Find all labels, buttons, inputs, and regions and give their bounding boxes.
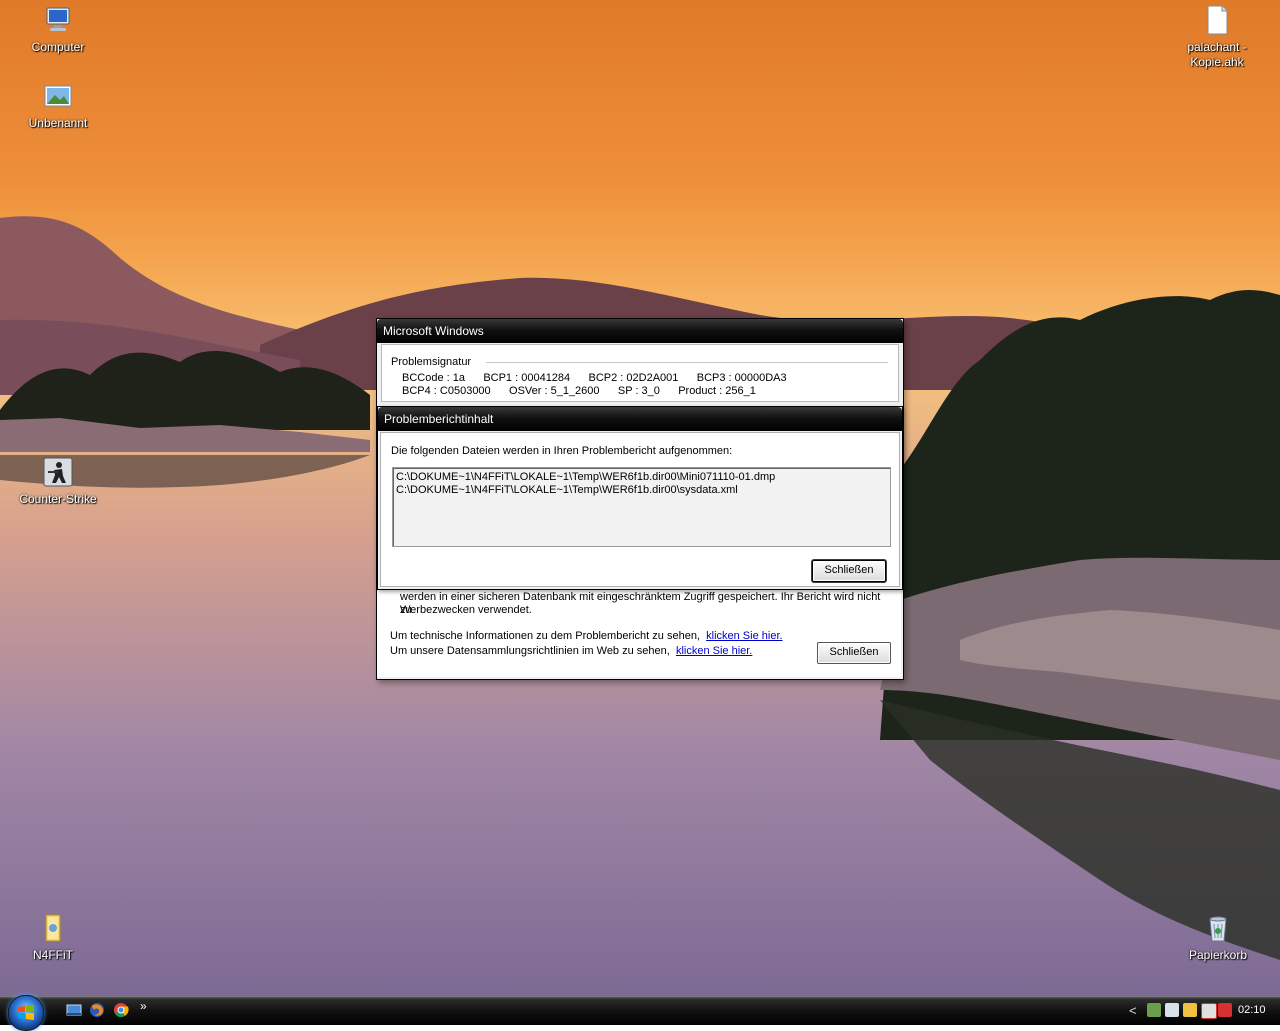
tech-info-line: Um technische Informationen zu dem Probl…: [390, 630, 885, 643]
dialog-titlebar[interactable]: Microsoft Windows: [377, 319, 903, 343]
desktop-icon-label: N4FFiT: [33, 948, 73, 962]
dialog-title: Problemberichtinhalt: [384, 412, 494, 426]
desktop-icon-n4ffit[interactable]: N4FFiT: [8, 912, 98, 963]
shield-icon[interactable]: [1147, 1003, 1161, 1017]
desktop-icon-palachant[interactable]: palachant - Kopie.ahk: [1172, 4, 1262, 70]
show-desktop-icon[interactable]: [66, 1002, 82, 1018]
file-list[interactable]: C:\DOKUME~1\N4FFiT\LOKALE~1\Temp\WER6f1b…: [392, 467, 891, 547]
recycle-bin-icon: [1209, 916, 1227, 942]
signature-row-1: BCCode : 1a BCP1 : 00041284 BCP2 : 02D2A…: [402, 372, 787, 384]
desktop-icon-label: Papierkorb: [1188, 948, 1248, 962]
counter-strike-icon: [43, 457, 73, 487]
problem-signature-panel: Problemsignatur BCCode : 1a BCP1 : 00041…: [381, 344, 899, 402]
image-file-icon: [44, 85, 72, 107]
file-list-item: C:\DOKUME~1\N4FFiT\LOKALE~1\Temp\WER6f1b…: [396, 471, 776, 483]
desktop-icon-unbenannt[interactable]: Unbenannt: [13, 80, 103, 131]
tech-info-link[interactable]: klicken Sie hier.: [706, 630, 782, 642]
people-icon[interactable]: [1183, 1003, 1197, 1017]
security-alert-icon[interactable]: [1201, 1003, 1217, 1019]
policy-link[interactable]: klicken Sie hier.: [676, 645, 752, 657]
tray-expand-button[interactable]: <: [1129, 1003, 1137, 1018]
start-button[interactable]: [8, 995, 44, 1031]
privacy-text-2: Werbezwecken verwendet.: [400, 604, 532, 616]
report-contents-dialog: Problemberichtinhalt Die folgenden Datei…: [377, 406, 903, 590]
policy-text: Um unsere Datensammlungsrichtlinien im W…: [390, 645, 670, 657]
separator: [486, 362, 888, 363]
file-list-item: C:\DOKUME~1\N4FFiT\LOKALE~1\Temp\WER6f1b…: [396, 484, 738, 496]
firefox-icon[interactable]: [89, 1002, 105, 1018]
dialog-titlebar[interactable]: Problemberichtinhalt: [378, 407, 902, 431]
problem-signature-label: Problemsignatur: [391, 356, 472, 368]
desktop-icon-computer[interactable]: Computer: [13, 4, 103, 55]
quick-launch-overflow-button[interactable]: »: [140, 999, 147, 1013]
desktop-icon-counter-strike[interactable]: Counter-Strike: [13, 456, 103, 507]
antivirus-icon[interactable]: [1218, 1003, 1232, 1017]
dialog-title: Microsoft Windows: [383, 324, 484, 338]
document-icon: [1207, 5, 1228, 35]
desktop-icon-label: Unbenannt: [28, 116, 88, 130]
chrome-icon[interactable]: [113, 1002, 129, 1018]
network-icon[interactable]: [1165, 1003, 1179, 1017]
close-button[interactable]: Schließen: [817, 642, 891, 664]
desktop-icon-label: Computer: [31, 40, 85, 54]
policy-line: Um unsere Datensammlungsrichtlinien im W…: [390, 645, 885, 658]
desktop-icon-papierkorb[interactable]: Papierkorb: [1173, 912, 1263, 963]
windows-logo-icon: [18, 1005, 34, 1020]
clock[interactable]: 02:10: [1238, 1004, 1266, 1016]
report-message: Die folgenden Dateien werden in Ihren Pr…: [391, 445, 733, 457]
taskbar: » < 02:10: [0, 995, 1280, 1031]
desktop-icon-label: palachant - Kopie.ahk: [1187, 40, 1247, 69]
report-contents-panel: Die folgenden Dateien werden in Ihren Pr…: [380, 432, 900, 587]
computer-icon: [46, 7, 70, 31]
signature-row-2: BCP4 : C0503000 OSVer : 5_1_2600 SP : 3_…: [402, 385, 756, 397]
tech-info-text: Um technische Informationen zu dem Probl…: [390, 630, 700, 642]
close-button[interactable]: Schließen: [812, 560, 886, 582]
folder-icon: [45, 914, 61, 942]
desktop-icon-label: Counter-Strike: [19, 492, 97, 506]
